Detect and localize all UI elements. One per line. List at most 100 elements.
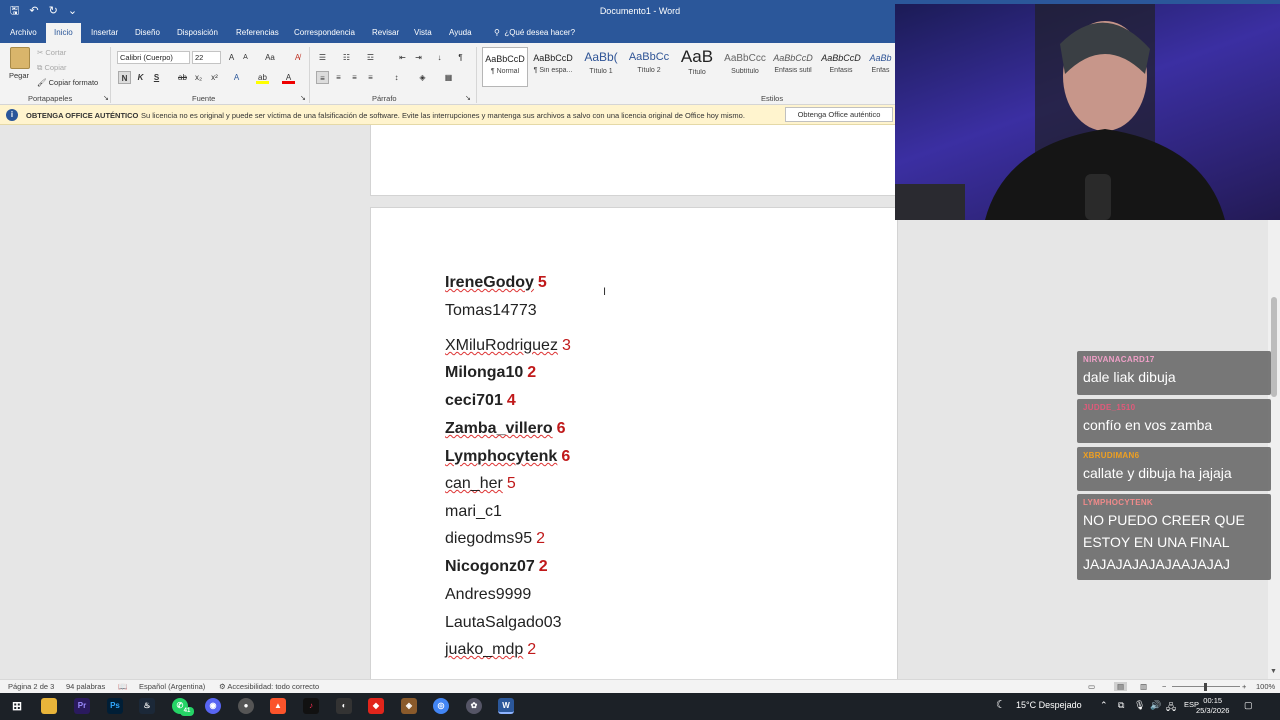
strikethrough-icon[interactable]: ab: [176, 71, 189, 84]
style-title[interactable]: AaB Título: [674, 47, 720, 87]
document-line[interactable]: Tomas14773: [445, 302, 537, 320]
bullets-icon[interactable]: ☰: [316, 51, 329, 64]
zoom-level[interactable]: 100%: [1256, 682, 1275, 691]
windows-start-icon[interactable]: ⊞: [9, 698, 25, 714]
clipboard-launcher-icon[interactable]: ↘: [103, 94, 109, 102]
numbering-icon[interactable]: ☷: [340, 51, 353, 64]
network-icon[interactable]: 🖧: [1166, 700, 1176, 716]
document-line[interactable]: juako_mdp 2: [445, 641, 536, 659]
style-heading-2[interactable]: AaBbCc Título 2: [626, 47, 672, 87]
font-size-select[interactable]: 22: [192, 51, 221, 64]
tab-revisar[interactable]: Revisar: [364, 23, 407, 43]
premiere-icon[interactable]: Pr: [74, 698, 90, 714]
anydesk-icon[interactable]: ◆: [368, 698, 384, 714]
paragraph-launcher-icon[interactable]: ↘: [465, 94, 471, 102]
document-line[interactable]: LautaSalgado03: [445, 614, 562, 632]
language-indicator[interactable]: Español (Argentina): [139, 682, 205, 691]
get-genuine-office-button[interactable]: Obtenga Office auténtico: [785, 107, 893, 122]
align-right-icon[interactable]: ≡: [348, 71, 361, 84]
borders-icon[interactable]: ▦: [442, 71, 455, 84]
style-no-spacing[interactable]: AaBbCcD ¶ Sin espa...: [530, 47, 576, 87]
superscript-icon[interactable]: x²: [208, 71, 221, 84]
steam-icon[interactable]: ♨: [139, 698, 155, 714]
obs-icon[interactable]: ●: [238, 698, 254, 714]
decrease-indent-icon[interactable]: ⇤: [396, 51, 409, 64]
clear-format-icon[interactable]: A̸: [291, 51, 304, 64]
tray-app-icon[interactable]: ⧉: [1118, 700, 1124, 711]
photoshop-icon[interactable]: Ps: [107, 698, 123, 714]
speaker-icon[interactable]: 🔊: [1150, 700, 1161, 711]
word-icon[interactable]: W: [498, 698, 514, 714]
cut-button[interactable]: ✂ Cortar: [37, 48, 66, 57]
file-explorer-icon[interactable]: [41, 698, 57, 714]
read-mode-icon[interactable]: ▭: [1088, 682, 1095, 691]
change-case-icon[interactable]: Aa: [260, 51, 280, 64]
app-icon[interactable]: ✿: [466, 698, 482, 714]
line-spacing-icon[interactable]: ↕: [390, 71, 403, 84]
document-line[interactable]: Milonga10 2: [445, 364, 536, 382]
discord-icon[interactable]: ◉: [205, 698, 221, 714]
document-line[interactable]: mari_c1: [445, 503, 502, 521]
font-launcher-icon[interactable]: ↘: [300, 94, 306, 102]
tab-disposicion[interactable]: Disposición: [169, 23, 226, 43]
document-line[interactable]: Lymphocytenk 6: [445, 448, 570, 466]
sort-icon[interactable]: ↓: [433, 51, 446, 64]
brave-icon[interactable]: ▲: [270, 698, 286, 714]
scrollbar-thumb[interactable]: [1271, 297, 1277, 397]
tray-chevron-icon[interactable]: ⌃: [1100, 700, 1108, 711]
tab-inicio[interactable]: Inicio: [46, 23, 81, 43]
bold-button[interactable]: N: [118, 71, 131, 84]
print-layout-icon[interactable]: ▤: [1114, 682, 1128, 691]
document-line[interactable]: Zamba_villero 6: [445, 420, 566, 438]
microphone-icon[interactable]: 🎙: [1134, 700, 1145, 711]
document-line[interactable]: diegodms95 2: [445, 530, 545, 548]
align-left-icon[interactable]: ≡: [316, 71, 329, 84]
accessibility-status[interactable]: ⚙ Accesibilidad: todo correcto: [219, 682, 319, 691]
notifications-icon[interactable]: ▢: [1244, 700, 1253, 711]
multilevel-list-icon[interactable]: ☲: [364, 51, 377, 64]
tab-correspondencia[interactable]: Correspondencia: [286, 23, 363, 43]
page-count[interactable]: Página 2 de 3: [8, 682, 54, 691]
tab-ayuda[interactable]: Ayuda: [441, 23, 480, 43]
clock[interactable]: 00:15 25/3/2026: [1196, 696, 1229, 716]
document-line[interactable]: ceci701 4: [445, 392, 516, 410]
italic-button[interactable]: K: [134, 71, 147, 84]
increase-indent-icon[interactable]: ⇥: [412, 51, 425, 64]
style-emphasis[interactable]: AaBbCcD Énfasis: [818, 47, 864, 87]
paste-icon[interactable]: [10, 47, 30, 69]
tab-archivo[interactable]: Archivo: [2, 23, 45, 43]
document-line[interactable]: XMiluRodriguez 3: [445, 337, 571, 355]
subscript-icon[interactable]: x₂: [192, 71, 205, 84]
tab-vista[interactable]: Vista: [406, 23, 440, 43]
document-line[interactable]: Andres9999: [445, 586, 531, 604]
scroll-down-icon[interactable]: ▼: [1270, 668, 1277, 675]
tab-referencias[interactable]: Referencias: [228, 23, 287, 43]
style-normal[interactable]: AaBbCcD ¶ Normal: [482, 47, 528, 87]
shading-icon[interactable]: ◈: [416, 71, 429, 84]
font-family-select[interactable]: Calibri (Cuerpo): [117, 51, 190, 64]
format-painter-button[interactable]: 🖌 Copiar formato: [37, 78, 98, 87]
tiktok-icon[interactable]: ♪: [303, 698, 319, 714]
web-layout-icon[interactable]: ▥: [1140, 682, 1147, 691]
tab-insertar[interactable]: Insertar: [83, 23, 126, 43]
style-subtle-emphasis[interactable]: AaBbCcD Énfasis sutil: [770, 47, 816, 87]
copy-button[interactable]: ⧉ Copiar: [37, 63, 67, 73]
shrink-font-icon[interactable]: A: [239, 51, 252, 64]
zoom-in-icon[interactable]: +: [1242, 682, 1246, 691]
show-formatting-icon[interactable]: ¶: [454, 51, 467, 64]
document-line[interactable]: can_her 5: [445, 475, 516, 493]
justify-icon[interactable]: ≡: [364, 71, 377, 84]
text-effects-icon[interactable]: A: [230, 71, 243, 84]
tell-me-search[interactable]: ⚲ ¿Qué desea hacer?: [486, 23, 583, 43]
chrome-icon[interactable]: ◎: [433, 698, 449, 714]
style-intense-emphasis[interactable]: AaBb Énfas: [866, 47, 895, 87]
zoom-out-icon[interactable]: −: [1162, 682, 1166, 691]
grow-font-icon[interactable]: A: [225, 51, 238, 64]
document-line[interactable]: IreneGodoy 5: [445, 274, 547, 292]
capcut-icon[interactable]: ◐: [336, 698, 352, 714]
tab-diseno[interactable]: Diseño: [127, 23, 168, 43]
zoom-slider-thumb[interactable]: [1204, 683, 1207, 691]
word-count[interactable]: 94 palabras: [66, 682, 105, 691]
style-subtitle[interactable]: AaBbCcc Subtítulo: [722, 47, 768, 87]
proofing-icon[interactable]: 📖: [118, 682, 127, 691]
